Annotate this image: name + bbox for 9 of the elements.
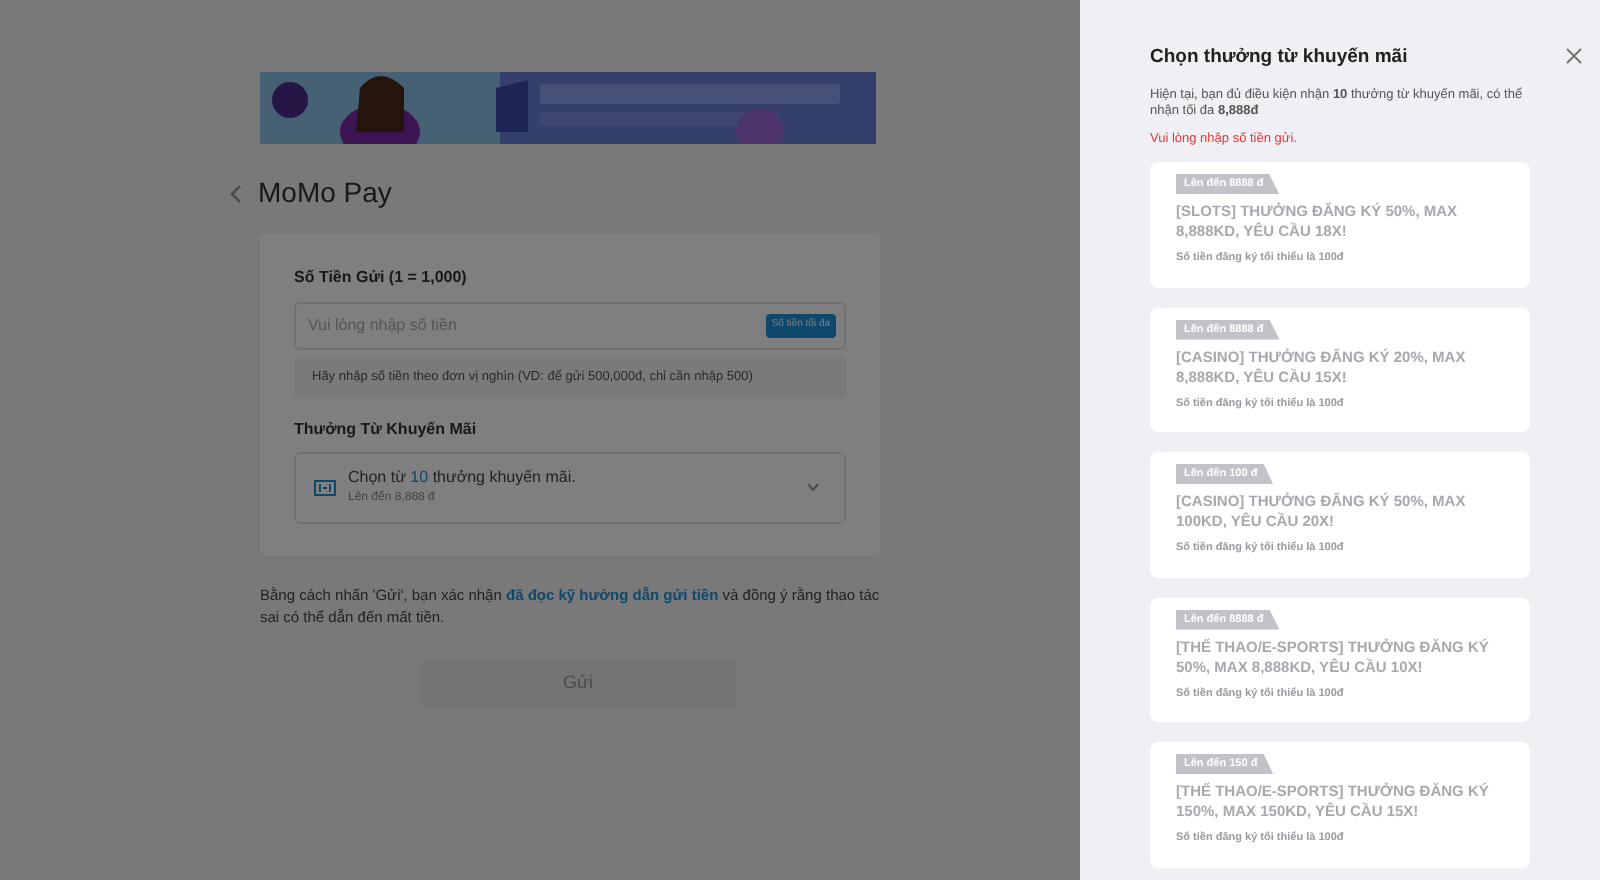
modal-overlay[interactable] — [0, 0, 1080, 880]
back-icon[interactable] — [228, 183, 242, 203]
ticket-icon — [314, 479, 336, 496]
field-label: Số Tiền Gửi (1 = 1,000) — [294, 266, 469, 290]
field-label: Thưởng Từ Khuyến Mãi — [294, 417, 479, 442]
close-icon[interactable] — [1566, 48, 1582, 64]
page-title: MoMo Pay — [258, 174, 392, 212]
drawer-title: Chọn thưởng từ khuyến mãi — [1150, 44, 1410, 72]
promo-select-text: Chọn từ 10 thưởng khuyến mãi. — [348, 466, 578, 490]
